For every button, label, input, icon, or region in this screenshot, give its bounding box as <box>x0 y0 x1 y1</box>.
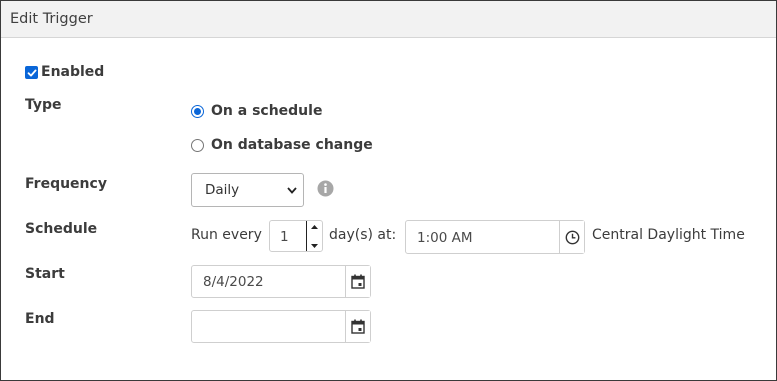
end-calendar-button[interactable] <box>345 311 370 342</box>
radio-on-database-change-label[interactable]: On database change <box>211 137 373 153</box>
start-date-value: 8/4/2022 <box>203 274 264 290</box>
clock-icon <box>565 230 579 244</box>
end-date-input[interactable] <box>191 310 371 343</box>
text-caret <box>306 221 307 251</box>
start-date-input[interactable]: 8/4/2022 <box>191 265 371 298</box>
chevron-down-icon <box>287 187 297 194</box>
frequency-label: Frequency <box>25 176 107 192</box>
checkmark-icon <box>27 69 36 76</box>
clock-button[interactable] <box>559 221 584 253</box>
timezone-text: Central Daylight Time <box>592 227 745 243</box>
edit-trigger-panel: Edit Trigger Enabled Type On a schedule … <box>0 0 777 381</box>
interval-stepper[interactable]: 1 <box>269 220 323 252</box>
run-every-text: Run every <box>191 227 262 243</box>
start-label: Start <box>25 266 65 282</box>
start-calendar-button[interactable] <box>345 266 370 297</box>
enabled-checkbox[interactable] <box>25 66 38 79</box>
stepper-up-icon[interactable] <box>310 224 319 230</box>
frequency-select-value: Daily <box>205 182 240 198</box>
panel-header-title: Edit Trigger <box>1 1 776 38</box>
info-icon[interactable] <box>317 180 334 197</box>
end-label: End <box>25 311 55 327</box>
enabled-label[interactable]: Enabled <box>41 64 104 80</box>
calendar-icon <box>351 274 365 289</box>
stepper-down-icon[interactable] <box>310 243 319 249</box>
calendar-icon <box>351 319 365 334</box>
radio-on-a-schedule[interactable] <box>191 105 204 118</box>
time-value: 1:00 AM <box>417 230 473 246</box>
frequency-select[interactable]: Daily <box>191 173 304 207</box>
schedule-label: Schedule <box>25 221 98 237</box>
day-at-text: day(s) at: <box>329 227 397 243</box>
radio-on-a-schedule-label[interactable]: On a schedule <box>211 103 322 119</box>
radio-on-database-change[interactable] <box>191 139 204 152</box>
interval-value: 1 <box>280 229 289 245</box>
time-input[interactable]: 1:00 AM <box>405 220 585 254</box>
type-label: Type <box>25 97 62 113</box>
